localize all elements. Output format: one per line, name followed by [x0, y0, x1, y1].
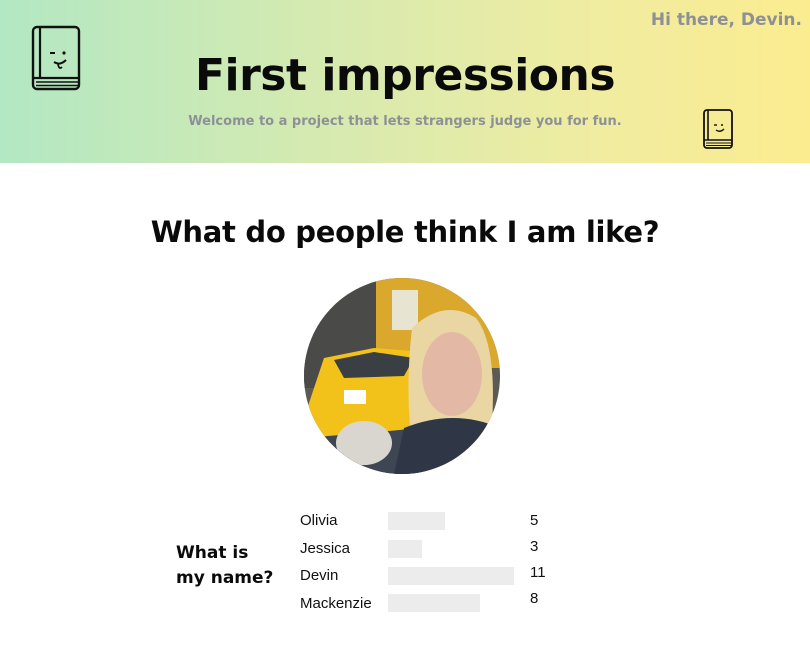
poll-label-line: What is [176, 543, 249, 563]
poll-option-bar[interactable] [388, 594, 480, 612]
poll-option-name[interactable]: Jessica [300, 540, 350, 557]
poll-option-votes: 3 [530, 538, 539, 555]
poll-option-votes: 11 [530, 564, 546, 581]
poll-option-name[interactable]: Devin [300, 567, 338, 584]
poll-option-bar[interactable] [388, 540, 422, 558]
poll-option-votes: 8 [530, 590, 539, 607]
poll-option-name[interactable]: Olivia [300, 512, 338, 529]
poll-label-line: my name? [176, 568, 274, 588]
poll-option-bar[interactable] [388, 567, 514, 585]
page-title: First impressions [194, 50, 616, 101]
profile-photo [304, 278, 500, 474]
user-greeting[interactable]: Hi there, Devin. [651, 10, 802, 30]
poll-question-label: What is my name? [176, 541, 286, 591]
book-face-icon[interactable] [702, 108, 734, 150]
poll-option-name[interactable]: Mackenzie [300, 595, 372, 612]
profile-question: What do people think I am like? [150, 215, 660, 249]
page-subtitle: Welcome to a project that lets strangers… [188, 114, 622, 129]
hero-banner: Hi there, Devin. First impressions Welco… [0, 0, 810, 163]
poll-option-bar[interactable] [388, 512, 445, 530]
poll-option-votes: 5 [530, 512, 539, 529]
